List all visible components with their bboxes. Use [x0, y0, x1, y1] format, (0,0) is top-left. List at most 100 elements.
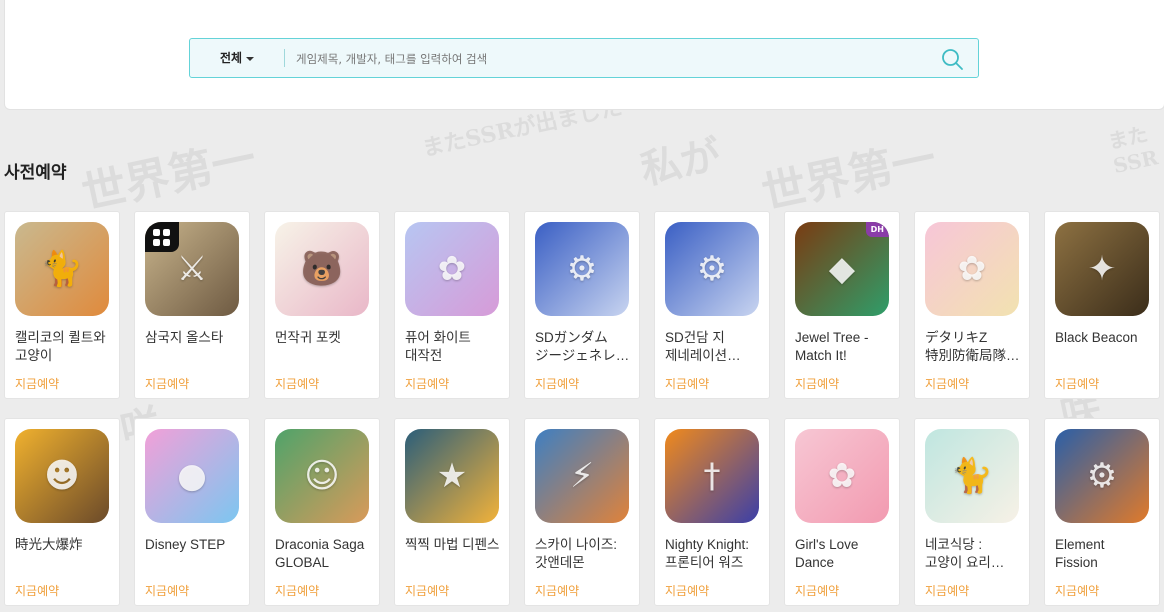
search-box: 전체 [189, 38, 979, 78]
anime-girl-icon: ✿ [827, 456, 857, 496]
anime-girl-icon: ✿ [957, 249, 987, 289]
game-thumbnail[interactable]: ⚔ [145, 222, 239, 316]
game-title[interactable]: 스카이 나이즈: 갓앤데몬 [535, 536, 631, 572]
preregister-status[interactable]: 지금예약 [535, 375, 579, 392]
game-title[interactable]: Nighty Knight: 프론티어 워즈 [665, 536, 761, 572]
game-card[interactable]: ⚔ 삼국지 올스타지금예약 [134, 211, 250, 399]
game-card[interactable]: ✦ Black Beacon 지금예약 [1044, 211, 1160, 399]
knight-icon: ⚡ [570, 456, 594, 496]
game-thumbnail[interactable]: ★ [405, 429, 499, 523]
mage-icon: ★ [436, 456, 468, 496]
game-card[interactable]: † Nighty Knight: 프론티어 워즈지금예약 [654, 418, 770, 606]
hero-icon: ☺ [304, 456, 340, 496]
robot-icon: ⚙ [1086, 456, 1118, 496]
game-title[interactable]: 캘리코의 퀼트와 고양이 [15, 329, 111, 365]
caveman-icon: ☻ [44, 456, 80, 496]
game-card[interactable]: ⚙ SDガンダム ジージェネレーション 지금예약 [524, 211, 640, 399]
game-title[interactable]: 네코식당 : 고양이 요리 타이쿤 [925, 536, 1021, 572]
category-dropdown[interactable]: 전체 [220, 39, 255, 77]
game-thumbnail[interactable]: ✦ [1055, 222, 1149, 316]
preregister-status[interactable]: 지금예약 [15, 582, 59, 599]
game-thumbnail[interactable]: ◆ DH [795, 222, 889, 316]
preregister-status[interactable]: 지금예약 [275, 582, 319, 599]
game-thumbnail[interactable]: ● [145, 429, 239, 523]
game-thumbnail[interactable]: † [665, 429, 759, 523]
search-panel: 전체 [4, 0, 1164, 110]
cat-icon: 🐈 [950, 456, 994, 496]
game-card[interactable]: ★ 찍찍 마법 디펜스지금예약 [394, 418, 510, 606]
game-title[interactable]: Element Fission [1055, 536, 1151, 572]
game-title[interactable]: 삼국지 올스타 [145, 329, 241, 347]
game-title[interactable]: Jewel Tree - Match It! [795, 329, 891, 365]
caret-down-icon [246, 56, 255, 61]
cat-icon: 🐈 [40, 249, 84, 289]
preregister-status[interactable]: 지금예약 [925, 582, 969, 599]
preregister-status[interactable]: 지금예약 [405, 375, 449, 392]
preregister-status[interactable]: 지금예약 [665, 582, 709, 599]
game-thumbnail[interactable]: ⚙ [535, 222, 629, 316]
game-title[interactable]: Girl's Love Dance [795, 536, 891, 572]
game-card[interactable]: 🐈 네코식당 : 고양이 요리 타이쿤지금예약 [914, 418, 1030, 606]
game-thumbnail[interactable]: 🐈 [925, 429, 1019, 523]
preregister-status[interactable]: 지금예약 [405, 582, 449, 599]
game-card[interactable]: ⚙ SD건담 지 제네레이션 이터널지금예약 [654, 211, 770, 399]
game-title[interactable]: 퓨어 화이트 대작전 [405, 329, 501, 365]
game-title[interactable]: SD건담 지 제네레이션 이터널 [665, 329, 761, 365]
game-thumbnail[interactable]: ⚡ [535, 429, 629, 523]
mouse-icon: ● [177, 456, 207, 496]
robot-icon: ⚙ [566, 249, 598, 289]
category-label: 전체 [220, 51, 243, 65]
game-thumbnail[interactable]: ✿ [925, 222, 1019, 316]
preregister-status[interactable]: 지금예약 [275, 375, 319, 392]
game-thumbnail[interactable]: 🐻 [275, 222, 369, 316]
game-card[interactable]: ⚙ Element Fission 지금예약 [1044, 418, 1160, 606]
game-title[interactable]: Disney STEP [145, 536, 241, 554]
preregister-status[interactable]: 지금예약 [145, 375, 189, 392]
game-card[interactable]: ✿ Girl's Love Dance 지금예약 [784, 418, 900, 606]
game-title[interactable]: SDガンダム ジージェネレーション [535, 329, 631, 365]
game-thumbnail[interactable]: 🐈 [15, 222, 109, 316]
game-thumbnail[interactable]: ☻ [15, 429, 109, 523]
character-icon: ✦ [1087, 249, 1117, 289]
anime-girl-icon: ✿ [437, 249, 467, 289]
preregister-status[interactable]: 지금예약 [145, 582, 189, 599]
search-divider [284, 49, 285, 67]
game-title[interactable]: 찍찍 마법 디펜스 [405, 536, 501, 554]
game-row: ☻ 時光大爆炸 지금예약 ● Disney STEP 지금예약 ☺ Draconia Saga… [4, 418, 1160, 606]
game-card[interactable]: ● Disney STEP 지금예약 [134, 418, 250, 606]
preregister-status[interactable]: 지금예약 [795, 582, 839, 599]
publisher-badge: DH [865, 222, 889, 237]
search-input[interactable] [294, 45, 928, 73]
game-thumbnail[interactable]: ✿ [405, 222, 499, 316]
robot-icon: ⚙ [696, 249, 728, 289]
game-card[interactable]: ⚡ 스카이 나이즈: 갓앤데몬지금예약 [524, 418, 640, 606]
game-title[interactable]: Black Beacon [1055, 329, 1151, 347]
game-row: 🐈 캘리코의 퀼트와 고양이지금예약 ⚔ 삼국지 올스타지금예약 🐻 먼작귀 포켓지금예약… [4, 211, 1160, 399]
game-thumbnail[interactable]: ✿ [795, 429, 889, 523]
section-title: 사전예약 [4, 163, 67, 183]
game-title[interactable]: 時光大爆炸 [15, 536, 111, 554]
game-card[interactable]: ☻ 時光大爆炸 지금예약 [4, 418, 120, 606]
preregister-status[interactable]: 지금예약 [1055, 375, 1099, 392]
preregister-status[interactable]: 지금예약 [535, 582, 579, 599]
preregister-status[interactable]: 지금예약 [925, 375, 969, 392]
game-card[interactable]: ✿ 퓨어 화이트 대작전지금예약 [394, 211, 510, 399]
publisher-logo-icon [145, 222, 179, 252]
preregister-status[interactable]: 지금예약 [1055, 582, 1099, 599]
game-thumbnail[interactable]: ☺ [275, 429, 369, 523]
preregister-status[interactable]: 지금예약 [795, 375, 839, 392]
game-card[interactable]: 🐻 먼작귀 포켓지금예약 [264, 211, 380, 399]
game-thumbnail[interactable]: ⚙ [665, 222, 759, 316]
sword-icon: † [703, 456, 721, 496]
preregister-status[interactable]: 지금예약 [665, 375, 709, 392]
game-card[interactable]: ◆ DH Jewel Tree - Match It! 지금예약 [784, 211, 900, 399]
game-card[interactable]: ✿ デタリキZ 特別防衛局隊員募集 지금예약 [914, 211, 1030, 399]
preregister-status[interactable]: 지금예약 [15, 375, 59, 392]
game-title[interactable]: デタリキZ 特別防衛局隊員募集 [925, 329, 1021, 365]
game-card[interactable]: 🐈 캘리코의 퀼트와 고양이지금예약 [4, 211, 120, 399]
game-title[interactable]: Draconia Saga GLOBAL [275, 536, 371, 572]
game-thumbnail[interactable]: ⚙ [1055, 429, 1149, 523]
search-icon[interactable] [940, 47, 964, 71]
game-card[interactable]: ☺ Draconia Saga GLOBAL 지금예약 [264, 418, 380, 606]
game-title[interactable]: 먼작귀 포켓 [275, 329, 371, 347]
